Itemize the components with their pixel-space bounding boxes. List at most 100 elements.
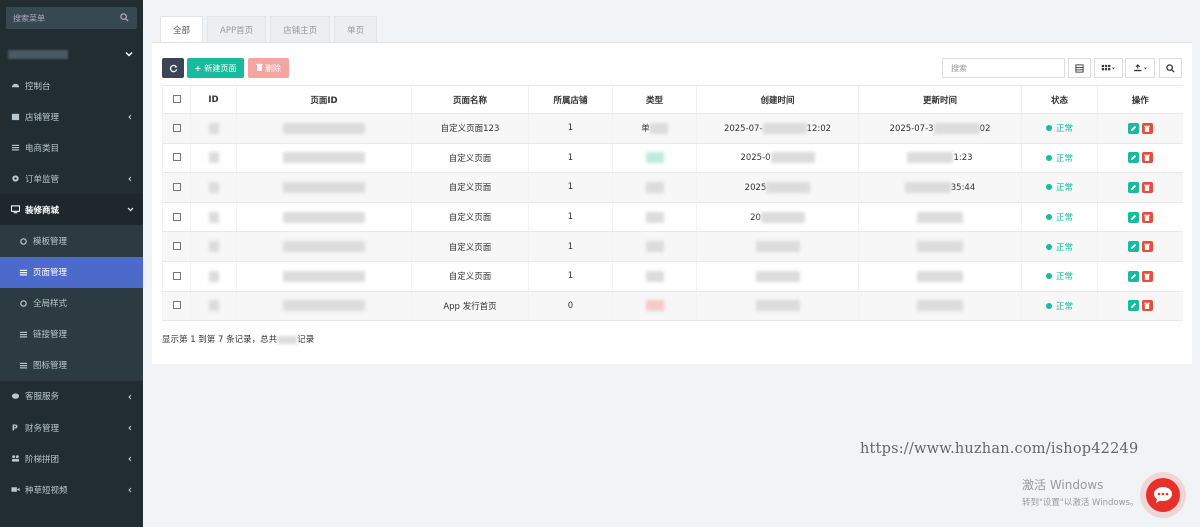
row-select-cell: [162, 113, 191, 144]
updated-cell: [858, 291, 1022, 322]
sidebar-item-orders[interactable]: 订单监管: [0, 163, 143, 194]
sidebar-item-pages[interactable]: 页面管理: [0, 256, 143, 288]
trash-icon: [1144, 214, 1151, 221]
edit-button[interactable]: [1127, 211, 1139, 223]
table-search-input[interactable]: [942, 58, 1065, 78]
blurred-updated: [917, 211, 963, 223]
table-row[interactable]: 自定义页面123 1 单 2025-07- 12:02 2025-07-3 02 正常: [162, 113, 1183, 144]
user-panel[interactable]: [0, 43, 143, 67]
page-name-cell: 自定义页面: [411, 143, 529, 174]
row-checkbox[interactable]: [172, 301, 181, 310]
table-row[interactable]: 自定义页面 1 2025-0 1:23 正常: [162, 143, 1183, 174]
actions-cell: [1097, 202, 1183, 233]
delete-row-button[interactable]: [1141, 241, 1153, 253]
status-badge: 正常: [1045, 211, 1073, 223]
column-header[interactable]: 状态: [1021, 85, 1098, 114]
column-header[interactable]: 页面ID: [236, 85, 412, 114]
row-checkbox[interactable]: [172, 242, 181, 251]
status-cell: 正常: [1021, 231, 1098, 262]
table-row[interactable]: 自定义页面 1 20 正常: [162, 202, 1183, 233]
column-header[interactable]: ID: [190, 85, 237, 114]
tab-store-home[interactable]: 店铺主页: [270, 16, 331, 43]
column-header[interactable]: 类型: [612, 85, 697, 114]
search-button[interactable]: [1159, 58, 1182, 78]
table-row[interactable]: 自定义页面 1 正常: [162, 261, 1183, 292]
svg-text:P: P: [12, 423, 18, 432]
sidebar-item-label: 页面管理: [33, 268, 68, 279]
paypal-icon: P: [11, 423, 20, 433]
column-header[interactable]: 更新时间: [858, 85, 1022, 114]
row-checkbox[interactable]: [172, 271, 181, 280]
column-header[interactable]: 操作: [1097, 85, 1183, 114]
delete-row-button[interactable]: [1141, 300, 1153, 312]
table-row[interactable]: App 发行首页 0 正常: [162, 291, 1183, 322]
delete-row-button[interactable]: [1141, 270, 1153, 282]
delete-row-button[interactable]: [1141, 211, 1153, 223]
list-icon: [19, 361, 28, 370]
menu-search-input[interactable]: [6, 7, 118, 29]
status-badge: 正常: [1045, 181, 1073, 193]
id-cell: [190, 172, 237, 203]
chat-button[interactable]: [1146, 478, 1180, 512]
sidebar-item-links[interactable]: 链接管理: [0, 318, 143, 350]
delete-row-button[interactable]: [1141, 122, 1153, 134]
sidebar-item-group-buy[interactable]: 阶梯拼团: [0, 443, 143, 474]
page-name-cell: 自定义页面: [411, 172, 529, 203]
row-checkbox[interactable]: [172, 212, 181, 221]
blurred-updated: [917, 300, 963, 312]
table-row[interactable]: 自定义页面 1 2025 35:44 正常: [162, 172, 1183, 203]
tab-all[interactable]: 全部: [160, 16, 204, 43]
column-header[interactable]: 页面名称: [411, 85, 529, 114]
sidebar-item-customer-service[interactable]: 客服服务: [0, 381, 143, 412]
chevron-left-icon: [127, 486, 133, 493]
sidebar-item-finance[interactable]: P 财务管理: [0, 412, 143, 443]
sidebar-item-dashboard[interactable]: 控制台: [0, 70, 143, 101]
page-id-cell: [236, 261, 412, 292]
edit-button[interactable]: [1127, 152, 1139, 164]
row-checkbox[interactable]: [172, 153, 181, 162]
delete-button[interactable]: 删除: [248, 58, 289, 78]
sidebar-item-templates[interactable]: 模板管理: [0, 225, 143, 257]
delete-row-button[interactable]: [1141, 152, 1153, 164]
status-cell: 正常: [1021, 143, 1098, 174]
sidebar-item-category[interactable]: 电商类目: [0, 132, 143, 163]
search-icon[interactable]: [120, 13, 129, 25]
sidebar-item-decoration[interactable]: 装修商城: [0, 194, 143, 226]
row-checkbox[interactable]: [172, 123, 181, 132]
edit-button[interactable]: [1127, 270, 1139, 282]
sidebar-item-short-video[interactable]: 种草短视频: [0, 474, 143, 505]
pages-table: ID 页面ID 页面名称 所属店铺 类型 创建时间 更新时间 状态 操作 自定义…: [162, 85, 1183, 322]
add-page-button[interactable]: + 新建页面: [187, 58, 244, 78]
column-header[interactable]: 创建时间: [696, 85, 859, 114]
sidebar-item-store[interactable]: 店铺管理: [0, 101, 143, 132]
updated-end-text: 1:23: [953, 153, 973, 164]
refresh-button[interactable]: [162, 58, 184, 78]
table-row[interactable]: 自定义页面 1 正常: [162, 231, 1183, 262]
row-checkbox[interactable]: [172, 182, 181, 191]
updated-cell: 1:23: [858, 143, 1022, 174]
blurred-page-id: [283, 181, 365, 193]
select-all-checkbox[interactable]: [172, 95, 181, 103]
delete-row-button[interactable]: [1141, 181, 1153, 193]
columns-button[interactable]: [1094, 58, 1123, 78]
gear-icon: [11, 174, 20, 183]
sidebar-item-global-style[interactable]: 全局样式: [0, 287, 143, 319]
trash-icon: [1144, 303, 1151, 310]
export-button[interactable]: [1125, 58, 1155, 78]
sidebar-item-icons[interactable]: 图标管理: [0, 349, 143, 381]
tab-single-page[interactable]: 单页: [334, 16, 378, 43]
status-dot-icon: [1045, 302, 1052, 309]
page-id-cell: [236, 291, 412, 322]
edit-button[interactable]: [1127, 181, 1139, 193]
page-id-cell: [236, 172, 412, 203]
created-cell: 2025: [696, 172, 859, 203]
chevron-down-icon[interactable]: [125, 50, 133, 61]
row-select-cell: [162, 143, 191, 174]
column-header[interactable]: 所属店铺: [528, 85, 613, 114]
sidebar: 控制台 店铺管理 电商类目 订单监管 装修商城 模板管理 页面管理: [0, 0, 143, 527]
edit-button[interactable]: [1127, 241, 1139, 253]
tab-app-home[interactable]: APP首页: [207, 16, 267, 43]
edit-button[interactable]: [1127, 122, 1139, 134]
toggle-view-button[interactable]: [1068, 58, 1091, 78]
edit-button[interactable]: [1127, 300, 1139, 312]
